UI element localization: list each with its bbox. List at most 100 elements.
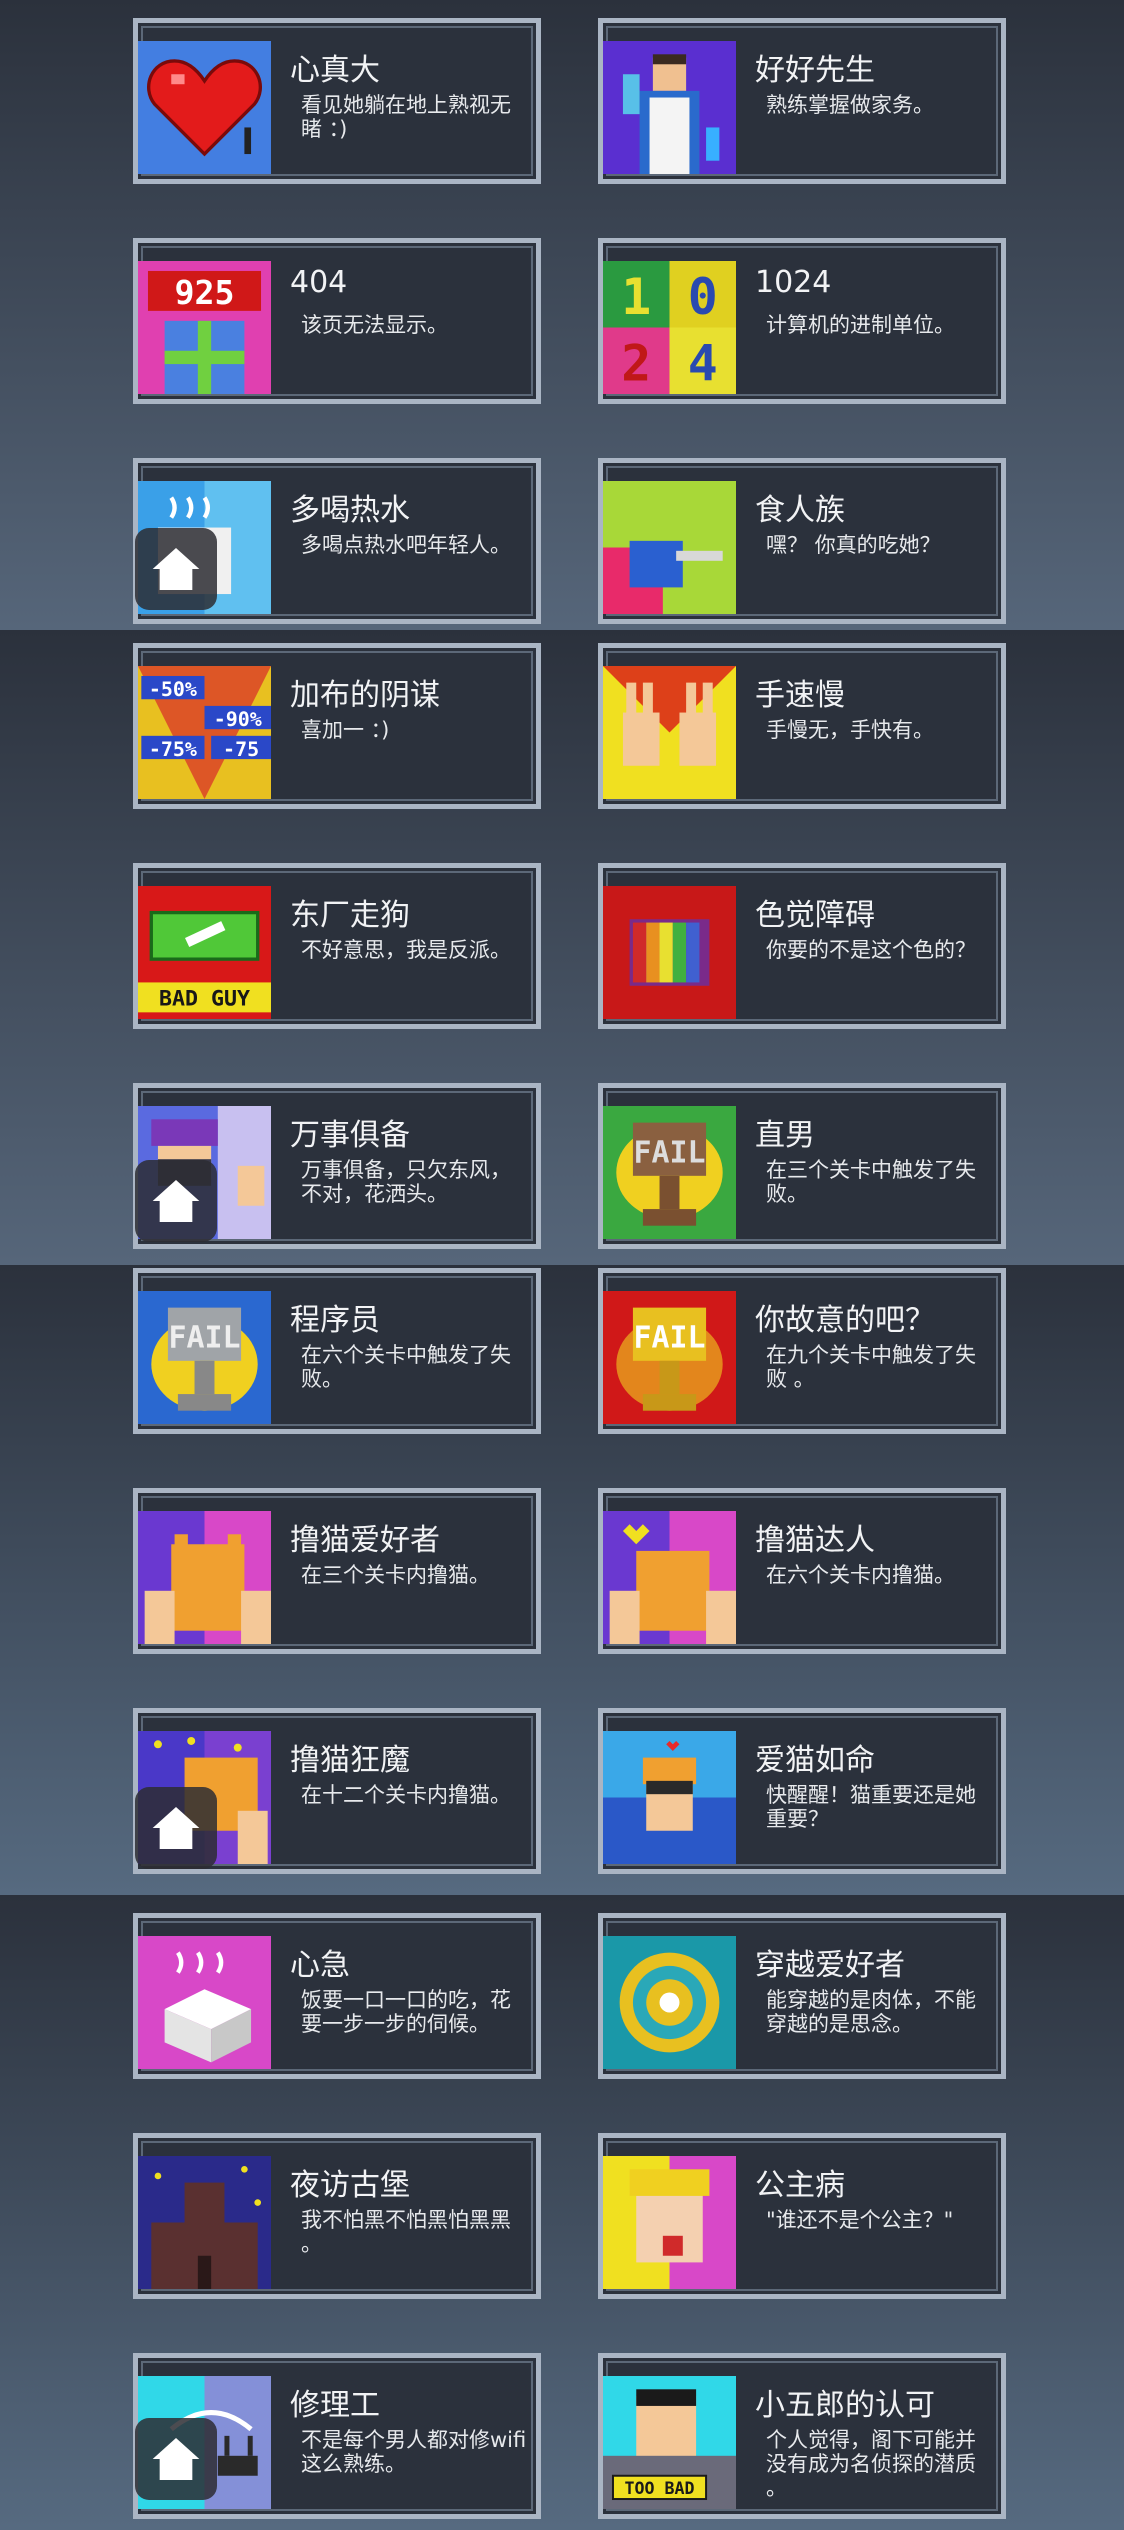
sale-tag: -75% bbox=[149, 737, 197, 761]
bad-guy-icon: BAD GUY bbox=[138, 886, 271, 1019]
achievement-desc: 多喝点热水吧年轻人。 bbox=[301, 533, 511, 557]
sale-tag: -75 bbox=[223, 737, 259, 761]
achievement-card[interactable]: -50% -90% -75% -75 加布的阴谋 喜加一 ：) bbox=[133, 643, 541, 809]
achievement-desc: 在六个关卡内撸猫。 bbox=[766, 1563, 955, 1587]
portal-icon bbox=[603, 1936, 736, 2069]
achievement-card[interactable]: FAIL 你故意的吧？ 在九个关卡中触发了失败 。 bbox=[598, 1268, 1006, 1434]
achievement-card[interactable]: 撸猫达人 在六个关卡内撸猫。 bbox=[598, 1488, 1006, 1654]
achievement-desc: 个人觉得，阁下可能并没有成为名侦探的潜质 。 bbox=[766, 2428, 976, 2500]
achievement-desc: 万事俱备，只欠东风，不对，花洒头。 bbox=[301, 1158, 511, 1206]
achievement-title: 程序员 bbox=[290, 1303, 380, 1338]
cat-on-head-icon bbox=[603, 1731, 736, 1864]
achievement-title: 爱猫如命 bbox=[755, 1743, 875, 1778]
achievement-title: 色觉障碍 bbox=[755, 898, 875, 933]
cannibal-icon bbox=[603, 481, 736, 614]
achievement-desc: 在十二个关卡内撸猫。 bbox=[301, 1783, 511, 1807]
number-blocks-icon: 1 0 2 4 bbox=[603, 261, 736, 394]
home-icon bbox=[152, 2438, 200, 2480]
home-icon bbox=[152, 1180, 200, 1222]
block-digit: 2 bbox=[621, 335, 651, 393]
achievement-card[interactable]: 手速慢 手慢无，手快有。 bbox=[598, 643, 1006, 809]
gift-925-icon: 925 bbox=[138, 261, 271, 394]
achievement-desc: 快醒醒！猫重要还是她重要？ bbox=[766, 1783, 976, 1831]
achievement-card[interactable]: 爱猫如命 快醒醒！猫重要还是她重要？ bbox=[598, 1708, 1006, 1874]
achievement-title: 404 bbox=[290, 265, 348, 300]
achievement-title: 心真大 bbox=[290, 53, 380, 88]
home-button[interactable] bbox=[135, 1160, 217, 1242]
achievement-card[interactable]: 1 0 2 4 1024 计算机的进制单位。 bbox=[598, 238, 1006, 404]
home-button[interactable] bbox=[135, 1787, 217, 1869]
housework-man-icon bbox=[603, 41, 736, 174]
achievement-desc: 在三个关卡中触发了失败。 bbox=[766, 1158, 976, 1206]
achievement-card[interactable]: 心急 饭要一口一口的吃，花要一步一步的伺候。 bbox=[133, 1913, 541, 2079]
achievement-title: 撸猫达人 bbox=[755, 1523, 875, 1558]
too-bad-detective-icon: TOO BAD bbox=[603, 2376, 736, 2509]
achievement-title: 好好先生 bbox=[755, 53, 875, 88]
achievement-title: 万事俱备 bbox=[290, 1118, 410, 1153]
achievement-card[interactable]: 色觉障碍 你要的不是这个色的？ bbox=[598, 863, 1006, 1029]
sale-tag: -90% bbox=[214, 707, 262, 731]
too-bad-text: TOO BAD bbox=[625, 2479, 695, 2498]
achievement-desc: 能穿越的是肉体，不能穿越的是思念。 bbox=[766, 1988, 976, 2036]
achievement-card[interactable]: 925 404 该页无法显示。 bbox=[133, 238, 541, 404]
block-digit: 4 bbox=[688, 335, 718, 393]
sale-tag: -50% bbox=[149, 677, 197, 701]
achievement-card[interactable]: 夜访古堡 我不怕黑不怕黑怕黑黑 。 bbox=[133, 2133, 541, 2299]
fail-text: FAIL bbox=[633, 1136, 705, 1171]
achievement-title: 1024 bbox=[755, 265, 832, 300]
princess-icon bbox=[603, 2156, 736, 2289]
achievement-desc: 手慢无，手快有。 bbox=[766, 718, 934, 742]
fail-text: FAIL bbox=[168, 1321, 240, 1356]
achievement-desc: "谁还不是个公主？" bbox=[766, 2208, 954, 2232]
achievement-card[interactable]: FAIL 直男 在三个关卡中触发了失败。 bbox=[598, 1083, 1006, 1249]
gift-number: 925 bbox=[174, 273, 234, 312]
achievement-desc: 饭要一口一口的吃，花要一步一步的伺候。 bbox=[301, 1988, 511, 2036]
achievement-title: 食人族 bbox=[755, 493, 845, 528]
achievement-title: 公主病 bbox=[755, 2168, 845, 2203]
achievement-title: 修理工 bbox=[290, 2388, 380, 2423]
achievement-card[interactable]: TOO BAD 小五郎的认可 个人觉得，阁下可能并没有成为名侦探的潜质 。 bbox=[598, 2353, 1006, 2519]
achievement-title: 多喝热水 bbox=[290, 493, 410, 528]
achievement-card[interactable]: FAIL 程序员 在六个关卡中触发了失败。 bbox=[133, 1268, 541, 1434]
achievement-title: 手速慢 bbox=[755, 678, 845, 713]
achievement-title: 你故意的吧？ bbox=[755, 1303, 935, 1338]
achievement-desc: 喜加一 ：) bbox=[301, 718, 390, 742]
home-button[interactable] bbox=[135, 2418, 217, 2500]
achievement-title: 东厂走狗 bbox=[290, 898, 410, 933]
home-button[interactable] bbox=[135, 528, 217, 610]
achievement-title: 小五郎的认可 bbox=[755, 2388, 935, 2423]
sale-tags-icon: -50% -90% -75% -75 bbox=[138, 666, 271, 799]
block-digit: 0 bbox=[688, 268, 718, 326]
achievement-card[interactable]: 食人族 嘿？ 你真的吃她？ bbox=[598, 458, 1006, 624]
home-icon bbox=[152, 548, 200, 590]
home-icon bbox=[152, 1807, 200, 1849]
achievement-card[interactable]: 公主病 "谁还不是个公主？" bbox=[598, 2133, 1006, 2299]
tofu-icon bbox=[138, 1936, 271, 2069]
achievement-desc: 计算机的进制单位。 bbox=[766, 313, 955, 337]
achievement-title: 穿越爱好者 bbox=[755, 1948, 905, 1983]
cat-pet-heart-icon bbox=[603, 1511, 736, 1644]
block-digit: 1 bbox=[621, 268, 651, 326]
heart-icon bbox=[138, 41, 271, 174]
achievement-card[interactable]: BAD GUY 东厂走狗 不好意思，我是反派。 bbox=[133, 863, 541, 1029]
achievement-title: 夜访古堡 bbox=[290, 2168, 410, 2203]
achievement-desc: 你要的不是这个色的？ bbox=[766, 938, 976, 962]
achievement-desc: 在六个关卡中触发了失败。 bbox=[301, 1343, 511, 1391]
achievement-desc: 熟练掌握做家务。 bbox=[766, 93, 934, 117]
achievement-desc: 我不怕黑不怕黑怕黑黑 。 bbox=[301, 2208, 511, 2256]
achievement-desc: 该页无法显示。 bbox=[301, 313, 448, 337]
achievement-desc: 不是每个男人都对修wifi这么熟练。 bbox=[301, 2428, 527, 2476]
achievement-card[interactable]: 心真大 看见她躺在地上熟视无睹 ：) bbox=[133, 18, 541, 184]
achievement-desc: 看见她躺在地上熟视无睹 ：) bbox=[301, 93, 511, 141]
achievement-title: 直男 bbox=[755, 1118, 815, 1153]
achievement-card[interactable]: 好好先生 熟练掌握做家务。 bbox=[598, 18, 1006, 184]
achievement-card[interactable]: 穿越爱好者 能穿越的是肉体，不能穿越的是思念。 bbox=[598, 1913, 1006, 2079]
achievement-title: 撸猫爱好者 bbox=[290, 1523, 440, 1558]
achievement-title: 心急 bbox=[290, 1948, 350, 1983]
achievement-card[interactable]: 撸猫爱好者 在三个关卡内撸猫。 bbox=[133, 1488, 541, 1654]
fail-trophy-gold-icon: FAIL bbox=[603, 1291, 736, 1424]
cat-pet-icon bbox=[138, 1511, 271, 1644]
rainbow-blocks-icon bbox=[603, 886, 736, 1019]
achievement-desc: 不好意思，我是反派。 bbox=[301, 938, 511, 962]
achievement-desc: 在三个关卡内撸猫。 bbox=[301, 1563, 490, 1587]
